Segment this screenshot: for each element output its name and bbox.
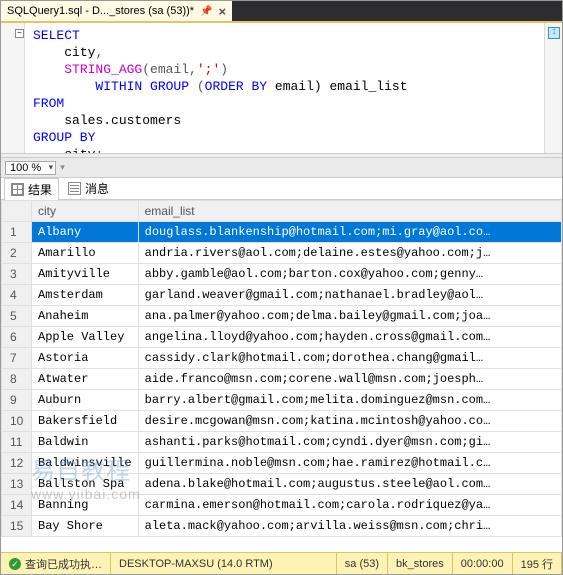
header-rownum[interactable] — [2, 201, 32, 222]
table-row[interactable]: 11Baldwinashanti.parks@hotmail.com;cyndi… — [2, 432, 562, 453]
table-row[interactable]: 9Auburnbarry.albert@gmail.com;melita.dom… — [2, 390, 562, 411]
cell-email[interactable]: guillermina.noble@msn.com;hae.ramirez@ho… — [138, 453, 561, 474]
cell-email[interactable]: barry.albert@gmail.com;melita.dominguez@… — [138, 390, 561, 411]
cell-email[interactable]: carmina.emerson@hotmail.com;carola.rodri… — [138, 495, 561, 516]
header-city[interactable]: city — [32, 201, 139, 222]
cell-city[interactable]: Astoria — [32, 348, 139, 369]
status-rows: 195 行 — [513, 553, 562, 574]
table-row[interactable]: 5Anaheimana.palmer@yahoo.com;delma.baile… — [2, 306, 562, 327]
split-icon[interactable]: ↕ — [548, 27, 560, 39]
cell-email[interactable]: ashanti.parks@hotmail.com;cyndi.dyer@msn… — [138, 432, 561, 453]
status-message: ✓ 查询已成功执… — [1, 553, 111, 574]
table-row[interactable]: 6Apple Valleyangelina.lloyd@yahoo.com;ha… — [2, 327, 562, 348]
tab-messages[interactable]: 消息 — [61, 177, 116, 199]
row-number: 2 — [2, 243, 32, 264]
cell-city[interactable]: Albany — [32, 222, 139, 243]
cell-email[interactable]: garland.weaver@gmail.com;nathanael.bradl… — [138, 285, 561, 306]
row-number: 1 — [2, 222, 32, 243]
cell-city[interactable]: Ballston Spa — [32, 474, 139, 495]
cell-email[interactable]: aide.franco@msn.com;corene.wall@msn.com;… — [138, 369, 561, 390]
tab-bar: SQLQuery1.sql - D..._stores (sa (53))* 📌… — [1, 1, 562, 23]
status-db: bk_stores — [388, 553, 453, 574]
status-login: sa (53) — [337, 553, 388, 574]
overview-ruler: ↕ — [544, 23, 562, 153]
tab-results[interactable]: 结果 — [4, 178, 59, 200]
sql-editor[interactable]: − SELECT city, STRING_AGG(email,';') WIT… — [1, 23, 562, 153]
cell-email[interactable]: desire.mcgowan@msn.com;katina.mcintosh@y… — [138, 411, 561, 432]
status-bar: ✓ 查询已成功执… DESKTOP-MAXSU (14.0 RTM) sa (5… — [1, 552, 562, 574]
cell-city[interactable]: Baldwin — [32, 432, 139, 453]
cell-city[interactable]: Apple Valley — [32, 327, 139, 348]
cell-city[interactable]: Amsterdam — [32, 285, 139, 306]
results-tab-bar: 结果 消息 — [1, 178, 562, 200]
zoom-select[interactable]: 100 % — [5, 161, 56, 175]
cell-email[interactable]: ana.palmer@yahoo.com;delma.bailey@gmail.… — [138, 306, 561, 327]
row-number: 15 — [2, 516, 32, 537]
row-number: 5 — [2, 306, 32, 327]
row-number: 3 — [2, 264, 32, 285]
table-row[interactable]: 14Banningcarmina.emerson@hotmail.com;car… — [2, 495, 562, 516]
close-icon[interactable]: × — [219, 4, 227, 19]
zoom-bar: 100 % ▾ — [1, 158, 562, 178]
cell-city[interactable]: Bay Shore — [32, 516, 139, 537]
row-number: 7 — [2, 348, 32, 369]
table-row[interactable]: 4Amsterdamgarland.weaver@gmail.com;natha… — [2, 285, 562, 306]
cell-email[interactable]: douglass.blankenship@hotmail.com;mi.gray… — [138, 222, 561, 243]
messages-icon — [68, 182, 81, 195]
row-number: 9 — [2, 390, 32, 411]
file-tab[interactable]: SQLQuery1.sql - D..._stores (sa (53))* 📌… — [1, 1, 232, 21]
cell-city[interactable]: Baldwinsville — [32, 453, 139, 474]
table-row[interactable]: 8Atwateraide.franco@msn.com;corene.wall@… — [2, 369, 562, 390]
grid-icon — [11, 183, 24, 196]
header-email[interactable]: email_list — [138, 201, 561, 222]
zoom-dropdown-icon[interactable]: ▾ — [60, 162, 65, 173]
cell-city[interactable]: Banning — [32, 495, 139, 516]
row-number: 8 — [2, 369, 32, 390]
table-row[interactable]: 1Albanydouglass.blankenship@hotmail.com;… — [2, 222, 562, 243]
table-row[interactable]: 13Ballston Spaadena.blake@hotmail.com;au… — [2, 474, 562, 495]
row-number: 4 — [2, 285, 32, 306]
status-time: 00:00:00 — [453, 553, 513, 574]
table-row[interactable]: 3Amityvilleabby.gamble@aol.com;barton.co… — [2, 264, 562, 285]
row-number: 6 — [2, 327, 32, 348]
results-grid[interactable]: city email_list 1Albanydouglass.blankens… — [1, 200, 562, 552]
row-number: 11 — [2, 432, 32, 453]
success-icon: ✓ — [9, 558, 21, 570]
table-row[interactable]: 7Astoriacassidy.clark@hotmail.com;doroth… — [2, 348, 562, 369]
table-row[interactable]: 12Baldwinsvilleguillermina.noble@msn.com… — [2, 453, 562, 474]
row-number: 13 — [2, 474, 32, 495]
tab-title: SQLQuery1.sql - D..._stores (sa (53))* — [7, 5, 194, 17]
table-row[interactable]: 10Bakersfielddesire.mcgowan@msn.com;kati… — [2, 411, 562, 432]
cell-city[interactable]: Atwater — [32, 369, 139, 390]
cell-city[interactable]: Amityville — [32, 264, 139, 285]
pin-icon[interactable]: 📌 — [200, 6, 212, 17]
cell-city[interactable]: Amarillo — [32, 243, 139, 264]
cell-email[interactable]: cassidy.clark@hotmail.com;dorothea.chang… — [138, 348, 561, 369]
row-number: 12 — [2, 453, 32, 474]
table-row[interactable]: 2Amarilloandria.rivers@aol.com;delaine.e… — [2, 243, 562, 264]
row-number: 14 — [2, 495, 32, 516]
cell-email[interactable]: angelina.lloyd@yahoo.com;hayden.cross@gm… — [138, 327, 561, 348]
cell-city[interactable]: Anaheim — [32, 306, 139, 327]
status-server: DESKTOP-MAXSU (14.0 RTM) — [111, 553, 337, 574]
cell-city[interactable]: Bakersfield — [32, 411, 139, 432]
cell-email[interactable]: andria.rivers@aol.com;delaine.estes@yaho… — [138, 243, 561, 264]
collapse-icon[interactable]: − — [15, 29, 24, 38]
table-row[interactable]: 15Bay Shorealeta.mack@yahoo.com;arvilla.… — [2, 516, 562, 537]
editor-content[interactable]: SELECT city, STRING_AGG(email,';') WITHI… — [25, 23, 562, 153]
cell-email[interactable]: abby.gamble@aol.com;barton.cox@yahoo.com… — [138, 264, 561, 285]
editor-gutter — [1, 23, 25, 153]
cell-email[interactable]: aleta.mack@yahoo.com;arvilla.weiss@msn.c… — [138, 516, 561, 537]
cell-city[interactable]: Auburn — [32, 390, 139, 411]
cell-email[interactable]: adena.blake@hotmail.com;augustus.steele@… — [138, 474, 561, 495]
row-number: 10 — [2, 411, 32, 432]
